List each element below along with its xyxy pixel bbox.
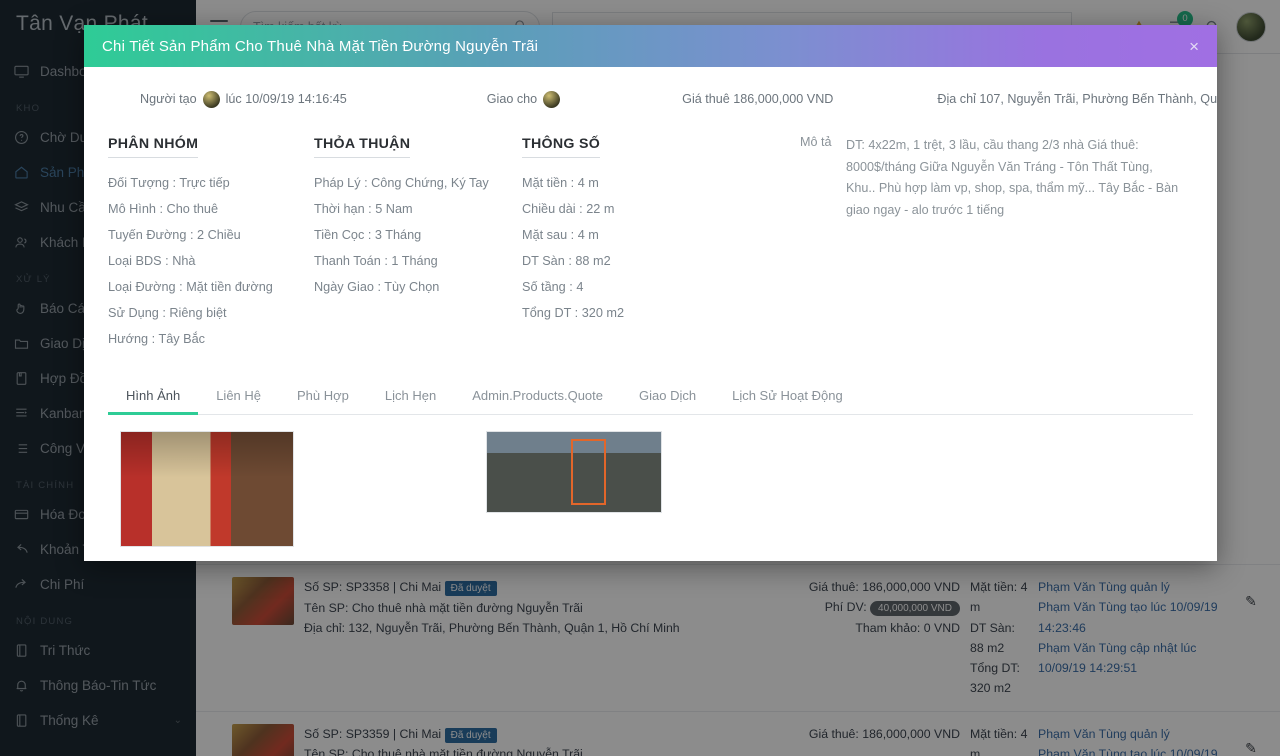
kv-value: : 22 m: [579, 202, 615, 217]
kv-key: Mặt sau: [522, 228, 568, 243]
kv-row: Pháp Lý : Công Chứng, Ký Tay: [314, 170, 512, 196]
kv-value: : 3 Tháng: [367, 228, 422, 243]
kv-row: Hướng : Tây Bắc: [108, 326, 304, 352]
modal-header: Chi Tiết Sản Phẩm Cho Thuê Nhà Mặt Tiền …: [84, 25, 1217, 67]
kv-key: Số tầng: [522, 280, 566, 295]
kv-key: Pháp Lý: [314, 176, 361, 190]
tab-hinh-anh[interactable]: Hình Ảnh: [108, 378, 199, 416]
kv-key: Đối Tượng: [108, 176, 170, 190]
address-label: Địa chỉ 107, Nguyễn Trãi, Phường Bến Thà…: [937, 92, 1217, 106]
kv-row: Loại Đường : Mặt tiền đường: [108, 274, 304, 300]
description-block: Mô tả DT: 4x22m, 1 trệt, 3 lầu, cầu than…: [792, 135, 1193, 352]
kv-value: : Nhà: [165, 254, 196, 269]
price-label: Giá thuê 186,000,000 VND: [682, 92, 834, 106]
description-text: DT: 4x22m, 1 trệt, 3 lầu, cầu thang 2/3 …: [846, 138, 1179, 217]
tab-lich-su[interactable]: Lịch Sử Hoạt Động: [714, 378, 861, 414]
kv-value: : Riêng biệt: [162, 306, 227, 321]
kv-key: Loại BDS: [108, 254, 162, 269]
kv-key: Mô Hình: [108, 202, 156, 217]
kv-key: Ngày Giao: [314, 280, 374, 295]
assignee-block: Giao cho: [486, 90, 561, 108]
kv-key: Thời hạn: [314, 202, 365, 217]
close-icon[interactable]: ×: [1189, 38, 1199, 55]
modal-body: Người tạo lúc 10/09/19 14:16:45 Giao cho…: [84, 67, 1217, 548]
kv-key: Tuyến Đường: [108, 228, 187, 243]
kv-row: Số tầng : 4: [522, 274, 782, 300]
group-thoa-thuan: THỎA THUẬN Pháp Lý : Công Chứng, Ký Tay …: [314, 135, 522, 352]
assign-label: Giao cho: [486, 92, 538, 106]
kv-row: Mô Hình : Cho thuê: [108, 196, 304, 222]
description-label: Mô tả: [800, 135, 832, 149]
kv-value: : Mặt tiền đường: [179, 280, 273, 295]
creator-block: Người tạo lúc 10/09/19 14:16:45: [140, 90, 347, 108]
kv-key: Sử Dụng: [108, 306, 159, 321]
creator-time: lúc 10/09/19 14:16:45: [225, 92, 347, 106]
kv-row: DT Sàn : 88 m2: [522, 248, 782, 274]
product-detail-modal: Chi Tiết Sản Phẩm Cho Thuê Nhà Mặt Tiền …: [84, 25, 1217, 561]
kv-row: Ngày Giao : Tùy Chọn: [314, 274, 512, 300]
kv-value: : 4 m: [570, 228, 599, 243]
page-title: Chi Tiết Sản Phẩm Cho Thuê Nhà Mặt Tiền …: [102, 37, 539, 55]
kv-value: : Tây Bắc: [151, 332, 205, 347]
avatar: [543, 90, 561, 108]
image-gallery: [108, 415, 1193, 548]
group-heading: THÔNG SỐ: [522, 136, 601, 158]
kv-row: Loại BDS : Nhà: [108, 248, 304, 274]
kv-key: Mặt tiền: [522, 176, 568, 190]
group-heading: PHÂN NHÓM: [108, 136, 199, 158]
kv-row: Mặt tiền : 4 m: [522, 170, 782, 196]
kv-key: Chiều dài: [522, 202, 576, 217]
kv-value: : Tùy Chọn: [377, 280, 440, 295]
kv-value: : Công Chứng, Ký Tay: [364, 176, 489, 190]
kv-row: Thanh Toán : 1 Tháng: [314, 248, 512, 274]
kv-value: : 88 m2: [568, 254, 611, 269]
kv-row: Đối Tượng : Trực tiếp: [108, 170, 304, 196]
avatar: [202, 90, 220, 108]
kv-key: Tiền Cọc: [314, 228, 365, 243]
kv-row: Sử Dụng : Riêng biệt: [108, 300, 304, 326]
storefront-photo[interactable]: [120, 431, 294, 548]
kv-value: : 5 Nam: [368, 202, 413, 217]
kv-key: Hướng: [108, 332, 149, 347]
tab-giao-dich[interactable]: Giao Dịch: [621, 378, 714, 414]
modal-tabs: Hình Ảnh Liên Hệ Phù Hợp Lịch Hẹn Admin.…: [108, 378, 1193, 416]
kv-value: : Trực tiếp: [172, 176, 230, 190]
kv-row: Tổng DT : 320 m2: [522, 300, 782, 326]
kv-key: DT Sàn: [522, 254, 565, 269]
group-thong-so: THÔNG SỐ Mặt tiền : 4 m Chiều dài : 22 m…: [522, 135, 792, 352]
kv-value: : 320 m2: [574, 306, 625, 321]
kv-value: : 1 Tháng: [384, 254, 438, 269]
kv-key: Tổng DT: [522, 306, 572, 321]
modal-meta-line: Người tạo lúc 10/09/19 14:16:45 Giao cho…: [108, 85, 1217, 113]
tab-lien-he[interactable]: Liên Hệ: [198, 378, 279, 414]
creator-label: Người tạo: [140, 92, 197, 106]
tab-quote[interactable]: Admin.Products.Quote: [454, 378, 621, 414]
kv-row: Thời hạn : 5 Nam: [314, 196, 512, 222]
kv-value: : 4 m: [570, 176, 599, 190]
detail-columns: PHÂN NHÓM Đối Tượng : Trực tiếp Mô Hình …: [108, 113, 1193, 352]
kv-row: Tiền Cọc : 3 Tháng: [314, 222, 512, 248]
kv-value: : Cho thuê: [159, 202, 219, 217]
kv-key: Thanh Toán: [314, 254, 381, 269]
group-phan-nhom: PHÂN NHÓM Đối Tượng : Trực tiếp Mô Hình …: [108, 135, 314, 352]
kv-row: Mặt sau : 4 m: [522, 222, 782, 248]
kv-key: Loại Đường: [108, 280, 176, 295]
kv-value: : 2 Chiều: [189, 228, 241, 243]
tab-lich-hen[interactable]: Lịch Hẹn: [367, 378, 454, 414]
street-map-photo[interactable]: [486, 431, 662, 514]
kv-value: : 4: [569, 280, 584, 295]
tab-phu-hop[interactable]: Phù Hợp: [279, 378, 367, 414]
group-heading: THỎA THUẬN: [314, 136, 411, 158]
kv-row: Chiều dài : 22 m: [522, 196, 782, 222]
kv-row: Tuyến Đường : 2 Chiều: [108, 222, 304, 248]
